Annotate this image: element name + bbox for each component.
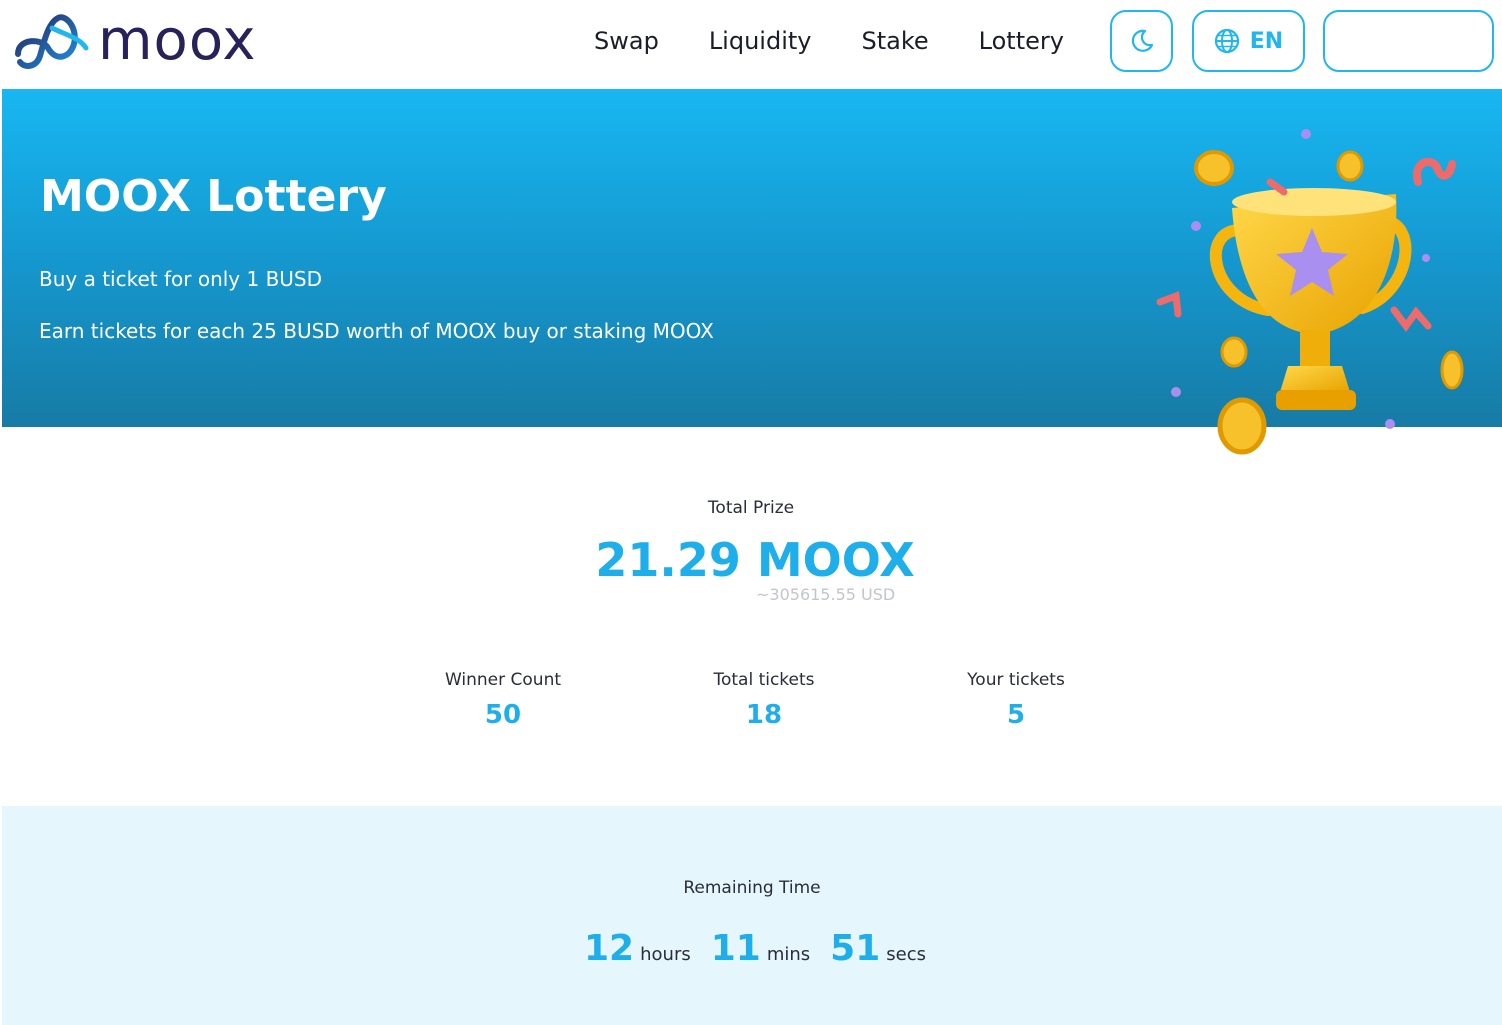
- total-prize-value: 21.29 MOOX: [595, 533, 915, 587]
- infinity-logo-icon: [15, 14, 89, 69]
- your-tickets-value: 5: [1006, 700, 1026, 730]
- countdown-secs: 51: [830, 928, 881, 969]
- remaining-time-label: Remaining Time: [683, 878, 821, 898]
- language-button[interactable]: EN: [1192, 10, 1305, 72]
- nav-swap[interactable]: Swap: [594, 22, 659, 60]
- moox-logo[interactable]: moox: [12, 6, 257, 76]
- moon-icon: [1131, 29, 1153, 52]
- winner-count-label: Winner Count: [444, 670, 562, 690]
- total-prize-label: Total Prize: [707, 498, 795, 518]
- nav-stake[interactable]: Stake: [861, 22, 928, 60]
- trophy-icon: [1156, 129, 1464, 455]
- countdown-hours-unit: hours: [640, 944, 691, 965]
- theme-toggle-button[interactable]: [1110, 10, 1173, 72]
- winner-count-value: 50: [484, 700, 522, 730]
- nav-liquidity[interactable]: Liquidity: [709, 22, 812, 60]
- page-title: MOOX Lottery: [40, 171, 387, 222]
- winner-count-stat: Winner Count 50: [403, 670, 603, 730]
- nav-lottery[interactable]: Lottery: [979, 22, 1064, 60]
- countdown-mins: 11: [710, 928, 761, 969]
- countdown-secs-unit: secs: [886, 944, 926, 965]
- language-label: EN: [1249, 28, 1284, 54]
- logo-text: moox: [98, 8, 257, 73]
- main-nav: Swap Liquidity Stake Lottery: [594, 22, 1064, 60]
- globe-icon: [1214, 28, 1239, 54]
- your-tickets-stat: Your tickets 5: [916, 670, 1116, 730]
- hero-ticket-price-text: Buy a ticket for only 1 BUSD: [39, 267, 323, 291]
- your-tickets-label: Your tickets: [967, 670, 1065, 690]
- countdown-timer: 12 hours 11 mins 51 secs: [2, 928, 1502, 969]
- total-tickets-value: 18: [745, 700, 783, 730]
- total-tickets-stat: Total tickets 18: [664, 670, 864, 730]
- countdown-hours: 12: [584, 928, 635, 969]
- connect-wallet-button[interactable]: [1323, 10, 1494, 72]
- countdown-mins-unit: mins: [766, 944, 811, 965]
- top-header: moox Swap Liquidity Stake Lottery EN: [0, 0, 1502, 89]
- hero-earn-tickets-text: Earn tickets for each 25 BUSD worth of M…: [39, 319, 714, 343]
- total-tickets-label: Total tickets: [713, 670, 815, 690]
- total-prize-usd: ~305615.55 USD: [756, 585, 896, 604]
- remaining-time-section: Remaining Time 12 hours 11 mins 51 secs: [2, 806, 1502, 1025]
